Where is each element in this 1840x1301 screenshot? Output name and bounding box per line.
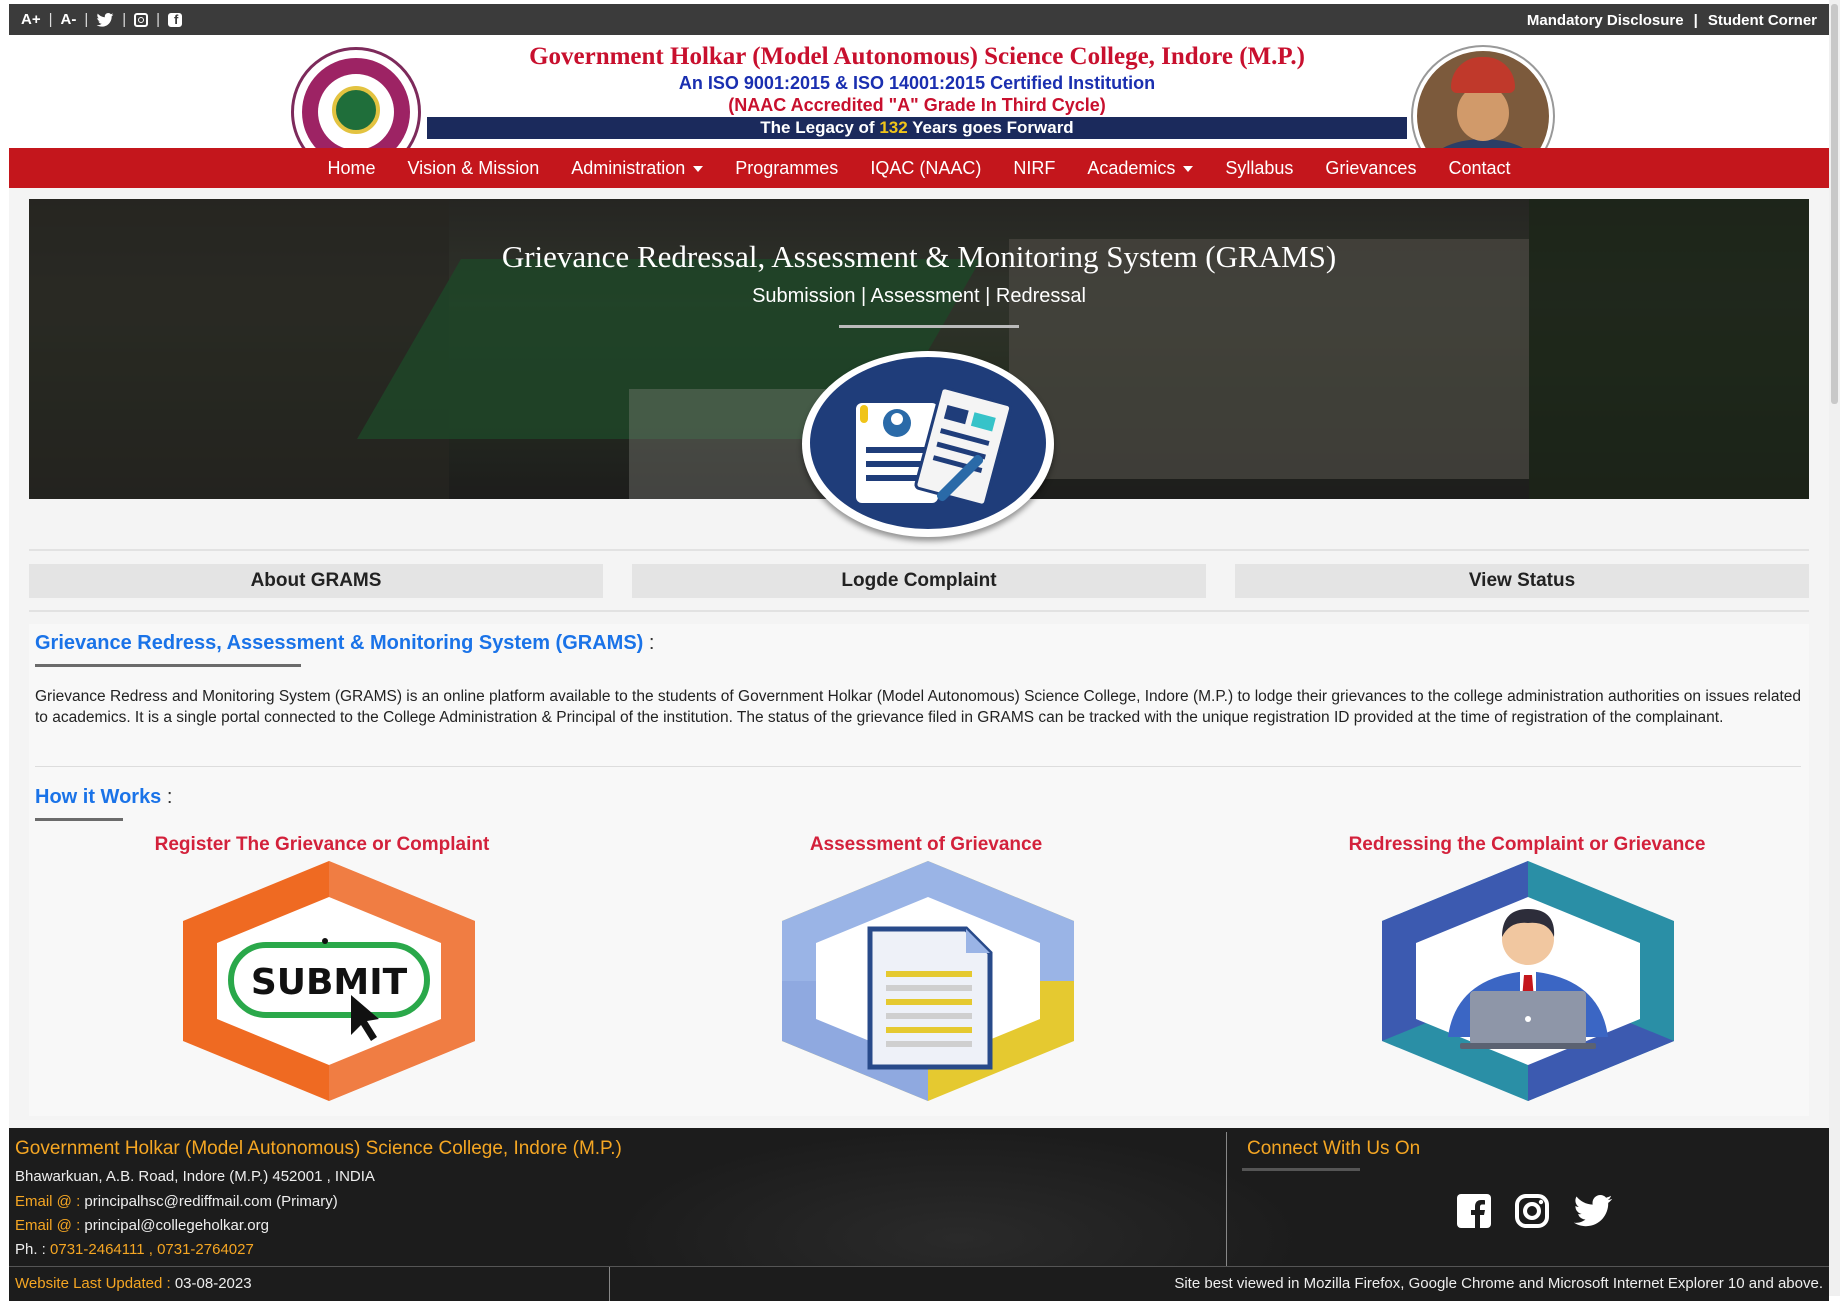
browser-note: Site best viewed in Mozilla Firefox, Goo… xyxy=(1174,1275,1823,1292)
nav-nirf[interactable]: NIRF xyxy=(1013,148,1055,188)
chevron-down-icon xyxy=(693,166,704,173)
last-updated: Website Last Updated : 03-08-2023 xyxy=(15,1275,252,1292)
instagram-icon[interactable] xyxy=(134,12,149,27)
tab-view-status[interactable]: View Status xyxy=(1235,564,1809,598)
page: A+ | A- | | | Mandatory Disclosure | Stu… xyxy=(9,4,1829,1301)
college-title: Government Holkar (Model Autonomous) Sci… xyxy=(529,43,1305,70)
officer-laptop-icon xyxy=(1382,861,1674,1101)
facebook-icon[interactable] xyxy=(168,12,183,27)
nav-vision-mission[interactable]: Vision & Mission xyxy=(408,148,540,188)
step-assessment-label: Assessment of Grievance xyxy=(809,834,1043,855)
about-paragraph: Grievance Redress and Monitoring System … xyxy=(35,688,1801,726)
banner-divider xyxy=(839,325,1019,328)
nav-syllabus[interactable]: Syllabus xyxy=(1225,148,1293,188)
email-link[interactable]: principalhsc@rediffmail.com (Primary) xyxy=(84,1193,337,1210)
main-nav: Home Vision & Mission Administration Pro… xyxy=(9,148,1829,188)
scrollbar-thumb[interactable] xyxy=(1831,4,1838,404)
chevron-down-icon xyxy=(1183,166,1194,173)
step-register-label: Register The Grievance or Complaint xyxy=(154,834,490,855)
nav-iqac[interactable]: IQAC (NAAC) xyxy=(870,148,981,188)
top-utility-bar: A+ | A- | | | Mandatory Disclosure | Stu… xyxy=(9,4,1829,35)
footer-email-primary: Email @ : principalhsc@rediffmail.com (P… xyxy=(15,1193,338,1210)
submit-icon: SUBMIT xyxy=(183,861,475,1101)
footer-phone: Ph. : 0731-2464111 , 0731-2764027 xyxy=(15,1241,254,1258)
about-heading: Grievance Redress, Assessment & Monitori… xyxy=(35,632,655,654)
grievance-form-icon xyxy=(802,351,1054,537)
student-corner-link[interactable]: Student Corner xyxy=(1708,12,1817,29)
instagram-icon[interactable] xyxy=(1515,1194,1549,1228)
nav-programmes[interactable]: Programmes xyxy=(735,148,838,188)
banner-title: Grievance Redressal, Assessment & Monito… xyxy=(501,239,1337,274)
footer-email-secondary: Email @ : principal@collegeholkar.org xyxy=(15,1217,269,1234)
nav-grievances[interactable]: Grievances xyxy=(1325,148,1416,188)
topbar-separator: | xyxy=(1693,12,1698,29)
step-redressal-label: Redressing the Complaint or Grievance xyxy=(1348,834,1706,855)
tab-lodge-complaint[interactable]: Logde Complaint xyxy=(632,564,1206,598)
mandatory-disclosure-link[interactable]: Mandatory Disclosure xyxy=(1527,12,1684,29)
footer-address: Bhawarkuan, A.B. Road, Indore (M.P.) 452… xyxy=(15,1168,375,1185)
nav-administration[interactable]: Administration xyxy=(571,148,704,188)
footer-social-links xyxy=(1457,1194,1613,1228)
font-decrease-button[interactable]: A- xyxy=(61,11,77,28)
submit-text: SUBMIT xyxy=(251,962,408,1003)
legacy-years: 132 xyxy=(879,118,908,137)
banner-subtitle: Submission | Assessment | Redressal xyxy=(752,285,1086,307)
footer-college-name: Government Holkar (Model Autonomous) Sci… xyxy=(15,1138,622,1159)
nav-academics[interactable]: Academics xyxy=(1087,148,1194,188)
font-increase-button[interactable]: A+ xyxy=(21,11,41,28)
site-footer: Government Holkar (Model Autonomous) Sci… xyxy=(9,1128,1829,1266)
email-link[interactable]: principal@collegeholkar.org xyxy=(84,1217,269,1234)
document-icon xyxy=(782,861,1074,1101)
legacy-banner: The Legacy of 132 Years goes Forward xyxy=(427,117,1407,139)
tab-about-grams[interactable]: About GRAMS xyxy=(29,564,603,598)
nav-home[interactable]: Home xyxy=(327,148,375,188)
about-grams-panel: Grievance Redress, Assessment & Monitori… xyxy=(29,624,1809,1116)
naac-accreditation: (NAAC Accredited "A" Grade In Third Cycl… xyxy=(728,95,1106,115)
facebook-icon[interactable] xyxy=(1457,1194,1491,1228)
twitter-icon[interactable] xyxy=(96,12,114,27)
iso-certification: An ISO 9001:2015 & ISO 14001:2015 Certif… xyxy=(678,73,1156,93)
how-it-works-heading: How it Works : xyxy=(35,786,173,808)
nav-contact[interactable]: Contact xyxy=(1448,148,1510,188)
site-header: Government Holkar (Model Autonomous) Sci… xyxy=(9,35,1829,185)
twitter-icon[interactable] xyxy=(1573,1195,1613,1227)
connect-heading: Connect With Us On xyxy=(1247,1138,1421,1159)
